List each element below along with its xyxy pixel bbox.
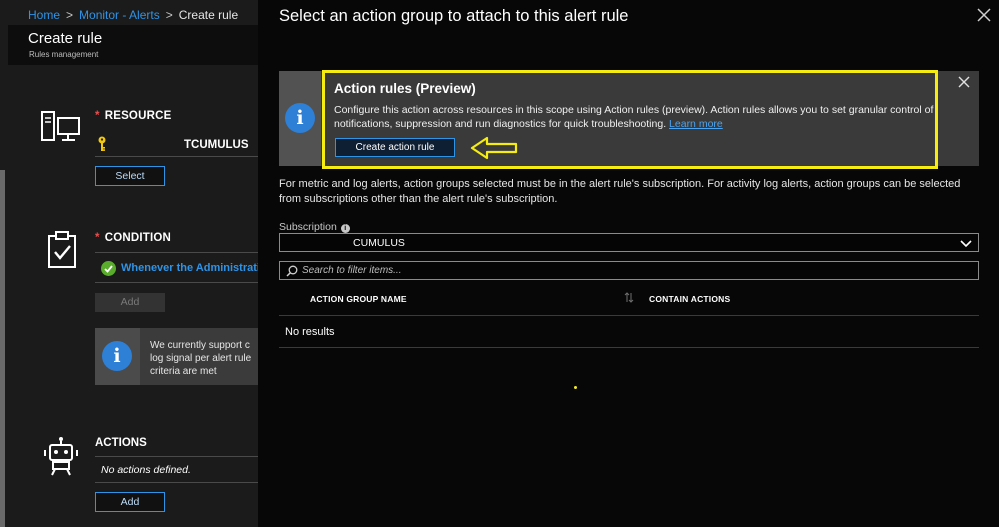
table-divider — [279, 347, 979, 348]
create-action-rule-button[interactable]: Create action rule — [335, 138, 455, 157]
page-title: Create rule — [28, 30, 103, 47]
condition-label: * CONDITION — [95, 232, 171, 244]
clipboard-check-icon — [48, 231, 76, 268]
check-circle-icon — [101, 261, 116, 276]
info-icon[interactable]: i — [340, 224, 350, 233]
breadcrumb-separator: > — [165, 8, 173, 22]
column-header-action-group-name[interactable]: ACTION GROUP NAME — [310, 294, 407, 304]
breadcrumb: Home > Monitor - Alerts > Create rule — [28, 8, 238, 22]
actions-label: ACTIONS — [95, 437, 147, 449]
resource-name: TCUMULUS — [184, 139, 249, 151]
required-marker: * — [95, 232, 100, 244]
no-results-text: No results — [285, 326, 335, 338]
subscription-value: CUMULUS — [353, 237, 405, 249]
no-actions-text: No actions defined. — [101, 464, 191, 476]
robot-icon — [44, 437, 78, 476]
learn-more-link[interactable]: Learn more — [669, 118, 723, 130]
divider — [95, 156, 258, 157]
key-icon — [98, 136, 106, 151]
search-icon — [286, 265, 298, 277]
banner-text: Configure this action across resources i… — [334, 103, 934, 131]
search-input[interactable] — [302, 263, 972, 278]
divider — [95, 282, 258, 283]
breadcrumb-monitor-alerts[interactable]: Monitor - Alerts — [79, 8, 160, 22]
divider — [95, 456, 258, 457]
search-box[interactable] — [279, 261, 979, 280]
divider — [95, 252, 258, 253]
chevron-down-icon — [960, 240, 972, 248]
resource-label-text: RESOURCE — [104, 110, 172, 122]
add-action-button[interactable]: Add — [95, 492, 165, 512]
info-line: We currently support c — [150, 340, 250, 351]
cursor-dot — [574, 386, 577, 389]
blade-title: Select an action group to attach to this… — [279, 7, 629, 25]
subscription-label: Subscription i — [279, 221, 350, 233]
condition-info-box: i We currently support c log signal per … — [95, 328, 258, 385]
breadcrumb-home[interactable]: Home — [28, 8, 60, 22]
select-resource-button[interactable]: Select — [95, 166, 165, 186]
page-subtitle: Rules management — [29, 50, 99, 59]
required-marker: * — [95, 110, 100, 122]
action-group-blade: Select an action group to attach to this… — [258, 0, 999, 527]
add-condition-button[interactable]: Add — [95, 293, 165, 312]
banner-title: Action rules (Preview) — [334, 81, 476, 96]
condition-label-text: CONDITION — [104, 232, 172, 244]
info-line: log signal per alert rule — [150, 353, 252, 364]
create-rule-blade: Home > Monitor - Alerts > Create rule Create… — [0, 0, 258, 527]
breadcrumb-create-rule: Create rule — [178, 8, 239, 22]
close-icon[interactable] — [958, 76, 970, 88]
window-edge — [0, 170, 5, 527]
close-icon[interactable] — [977, 8, 991, 22]
info-line: criteria are met — [150, 366, 217, 377]
column-header-contain-actions[interactable]: CONTAIN ACTIONS — [649, 294, 730, 304]
info-strip: i — [279, 71, 321, 166]
sort-icon[interactable] — [624, 292, 634, 303]
subscription-label-text: Subscription — [279, 221, 337, 233]
info-icon: i — [102, 341, 132, 371]
divider — [95, 482, 258, 483]
subscription-dropdown[interactable]: CUMULUS — [279, 233, 979, 252]
server-icon — [41, 111, 80, 141]
info-strip: i — [95, 328, 140, 385]
table-divider — [279, 315, 979, 316]
arrow-left-icon — [470, 136, 518, 160]
resource-label: * RESOURCE — [95, 110, 171, 122]
condition-item-link[interactable]: Whenever the Administrati — [121, 262, 258, 274]
banner-body: Configure this action across resources i… — [334, 104, 934, 130]
breadcrumb-separator: > — [66, 8, 74, 22]
condition-info-text: We currently support c log signal per al… — [150, 339, 251, 378]
subscription-description: For metric and log alerts, action groups… — [279, 178, 961, 205]
info-icon: i — [285, 103, 315, 133]
